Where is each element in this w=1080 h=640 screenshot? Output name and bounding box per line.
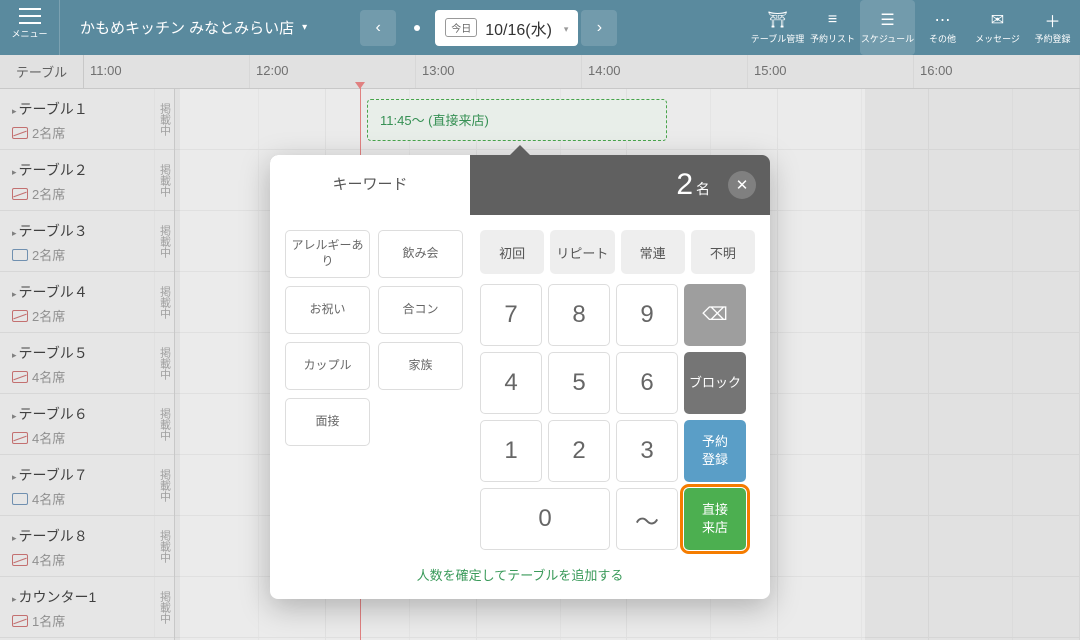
tool-その他[interactable]: ⋯ その他 [915, 0, 970, 55]
keyword-button[interactable]: 合コン [378, 286, 463, 334]
close-button[interactable]: ✕ [728, 171, 756, 199]
tool-テーブル管理[interactable]: ⛩ テーブル管理 [750, 0, 805, 55]
backspace-button[interactable]: ⌫ [684, 284, 746, 346]
input-column: 初回リピート常連不明 789⌫ 456ブロック 123予約 登録 0～直接 来店 [480, 230, 755, 550]
block-button[interactable]: ブロック [684, 352, 746, 414]
reservation-popup: キーワード 2名 ✕ アレルギーあり飲み会お祝い合コンカップル家族面接 初回リピ… [270, 155, 770, 599]
today-badge: 今日 [445, 18, 477, 37]
next-day-button[interactable]: › [581, 10, 617, 46]
tool-スケジュール[interactable]: ☰ スケジュール [860, 0, 915, 55]
tool-icon: ✉ [988, 11, 1008, 29]
keyword-button[interactable]: 面接 [285, 398, 370, 446]
tool-icon: ⋯ [933, 11, 953, 29]
numpad-key[interactable]: 3 [616, 420, 678, 482]
numpad-key[interactable]: 8 [548, 284, 610, 346]
tool-label: その他 [929, 32, 956, 45]
numpad-key[interactable]: 7 [480, 284, 542, 346]
type-button[interactable]: 初回 [480, 230, 544, 274]
keyword-column: アレルギーあり飲み会お祝い合コンカップル家族面接 [285, 230, 470, 550]
numpad-key[interactable]: 6 [616, 352, 678, 414]
type-button[interactable]: 不明 [691, 230, 755, 274]
walkin-button[interactable]: 直接 来店 [684, 488, 746, 550]
keyword-button[interactable]: 飲み会 [378, 230, 463, 278]
tool-label: 予約リスト [810, 32, 855, 45]
dot-indicator [399, 10, 435, 46]
type-button[interactable]: 常連 [621, 230, 685, 274]
menu-button[interactable]: メニュー [0, 0, 60, 55]
app-header: メニュー かもめキッチン みなとみらい店 ‹ 今日 10/16(水) › ⛩ テー… [0, 0, 1080, 55]
numpad-key[interactable]: 0 [480, 488, 610, 550]
popup-header: キーワード 2名 ✕ [270, 155, 770, 215]
guest-count: 2 [676, 168, 693, 201]
numpad-key[interactable]: ～ [616, 488, 678, 550]
guest-unit: 名 [696, 181, 710, 197]
numpad-key[interactable]: 9 [616, 284, 678, 346]
tool-label: メッセージ [975, 32, 1020, 45]
menu-label: メニュー [11, 27, 47, 40]
hamburger-icon [19, 15, 41, 17]
date-navigation: ‹ 今日 10/16(水) › [357, 10, 620, 46]
numpad-key[interactable]: 1 [480, 420, 542, 482]
customer-type-row: 初回リピート常連不明 [480, 230, 755, 274]
tool-予約リスト[interactable]: ≡ 予約リスト [805, 0, 860, 55]
numpad: 789⌫ 456ブロック 123予約 登録 0～直接 来店 [480, 284, 755, 550]
guest-count-display: 2名 [470, 168, 728, 202]
type-button[interactable]: リピート [550, 230, 614, 274]
popup-body: アレルギーあり飲み会お祝い合コンカップル家族面接 初回リピート常連不明 789⌫… [270, 215, 770, 565]
reserve-button[interactable]: 予約 登録 [684, 420, 746, 482]
prev-day-button[interactable]: ‹ [360, 10, 396, 46]
chevron-down-icon [560, 19, 569, 37]
add-table-link[interactable]: 人数を確定してテーブルを追加する [270, 565, 770, 599]
date-selector[interactable]: 今日 10/16(水) [435, 10, 578, 46]
numpad-key[interactable]: 2 [548, 420, 610, 482]
tool-メッセージ[interactable]: ✉ メッセージ [970, 0, 1025, 55]
tool-label: 予約登録 [1034, 32, 1070, 45]
tool-icon: ☰ [878, 11, 898, 29]
keyword-button[interactable]: アレルギーあり [285, 230, 370, 278]
keyword-button[interactable]: カップル [285, 342, 370, 390]
tool-icon: ⛩ [768, 11, 788, 29]
tool-icon: ＋ [1043, 11, 1063, 29]
keyword-button[interactable]: 家族 [378, 342, 463, 390]
numpad-key[interactable]: 4 [480, 352, 542, 414]
tool-予約登録[interactable]: ＋ 予約登録 [1025, 0, 1080, 55]
tool-icon: ≡ [823, 11, 843, 29]
tool-label: テーブル管理 [751, 32, 804, 45]
current-date: 10/16(水) [485, 16, 552, 40]
tool-label: スケジュール [861, 32, 914, 45]
store-selector[interactable]: かもめキッチン みなとみらい店 [60, 17, 327, 38]
keyword-button[interactable]: お祝い [285, 286, 370, 334]
numpad-key[interactable]: 5 [548, 352, 610, 414]
keyword-title: キーワード [270, 155, 470, 215]
header-toolbar: ⛩ テーブル管理 ≡ 予約リスト ☰ スケジュール ⋯ その他 ✉ メッセージ ＋ 予約登録 [750, 0, 1080, 55]
